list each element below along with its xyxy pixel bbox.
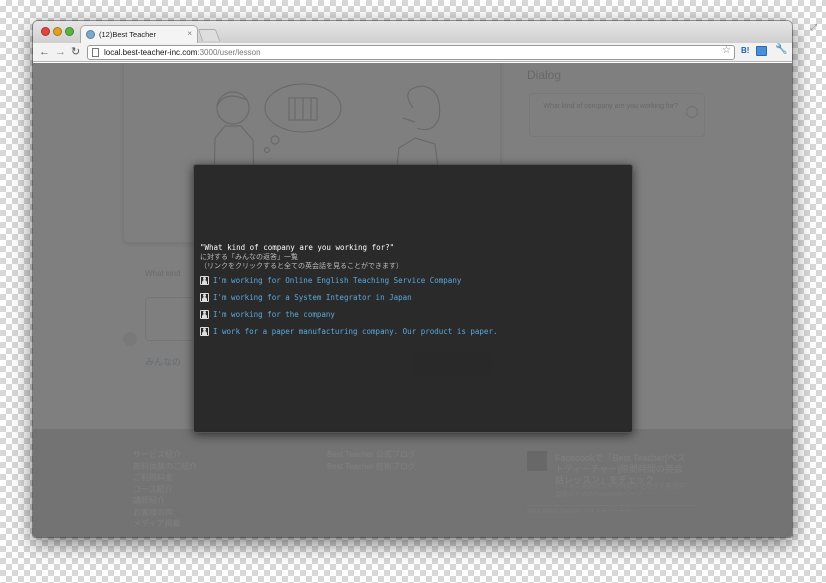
bookmark-star-icon[interactable]: ☆ [722, 45, 731, 56]
user-icon [200, 276, 209, 285]
modal-subtitle: に対する「みんなの返答」一覧 （リンクをクリックすると全ての英会話を見ることがで… [200, 253, 403, 271]
answer-list: I'm working for Online English Teaching … [200, 276, 497, 344]
close-window-button[interactable] [41, 27, 50, 36]
modal-question: "What kind of company are you working fo… [200, 243, 395, 252]
browser-toolbar: ← → ↻ local.best-teacher-inc.com:3000/us… [33, 43, 792, 62]
back-arrow-icon[interactable]: ← [39, 45, 50, 59]
tab-title: (12)Best Teacher [99, 30, 156, 39]
answers-modal: "What kind of company are you working fo… [193, 164, 633, 433]
favicon-icon [86, 30, 95, 39]
user-icon [200, 327, 209, 336]
modal-subtitle-line: に対する「みんなの返答」一覧 [200, 253, 298, 261]
answer-link[interactable]: I'm working for a System Integrator in J… [200, 293, 497, 310]
user-icon [200, 310, 209, 319]
answer-text: I'm working for the company [213, 310, 335, 319]
new-tab-button[interactable] [197, 29, 221, 41]
answer-text: I work for a paper manufacturing company… [213, 327, 498, 336]
answer-text: I'm working for Online English Teaching … [213, 276, 462, 285]
url-path: :3000/user/lesson [197, 48, 261, 57]
url-host: local.best-teacher-inc.com [104, 48, 198, 57]
page-icon [92, 48, 99, 57]
modal-subtitle-line: （リンクをクリックすると全ての英会話を見ることができます） [200, 262, 403, 270]
answer-link[interactable]: I'm working for Online English Teaching … [200, 276, 497, 293]
zoom-window-button[interactable] [65, 27, 74, 36]
answer-text: I'm working for a System Integrator in J… [213, 293, 412, 302]
answer-link[interactable]: I'm working for the company [200, 310, 497, 327]
wrench-icon[interactable]: 🔧 [775, 44, 787, 55]
window-resize-icon[interactable]: ⤢ [810, 22, 820, 32]
answer-link[interactable]: I work for a paper manufacturing company… [200, 327, 497, 344]
browser-window: (12)Best Teacher × ← → ↻ local.best-teac… [33, 21, 792, 537]
forward-arrow-icon[interactable]: → [55, 45, 66, 59]
browser-tab[interactable]: (12)Best Teacher × [80, 25, 198, 43]
title-bar: (12)Best Teacher × [33, 21, 792, 43]
user-icon [200, 293, 209, 302]
minimize-window-button[interactable] [53, 27, 62, 36]
tab-close-icon[interactable]: × [187, 29, 192, 38]
reload-icon[interactable]: ↻ [71, 45, 80, 59]
extension-icon[interactable] [756, 46, 767, 56]
hatena-bookmark-icon[interactable]: B! [741, 46, 749, 55]
address-bar[interactable]: local.best-teacher-inc.com:3000/user/les… [87, 45, 735, 60]
